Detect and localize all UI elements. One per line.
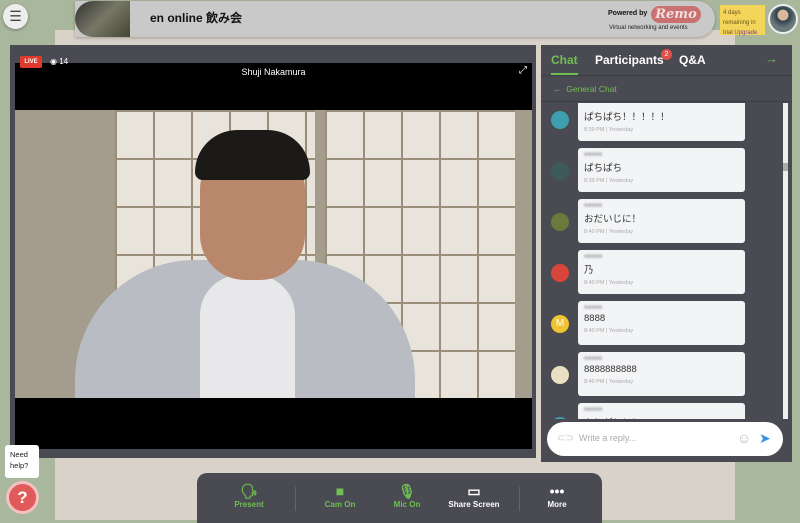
more-button[interactable]: ••• More bbox=[517, 482, 597, 509]
trial-badge: 4 days remaining in trial Upgrade bbox=[720, 5, 765, 36]
tab-qa[interactable]: Q&A bbox=[679, 53, 706, 67]
chat-message: ■■■■■ 乃 8:40 PM | Yesterday bbox=[578, 250, 745, 294]
sender-name-blurred: ■■■■■ bbox=[584, 254, 603, 260]
divider bbox=[295, 487, 296, 511]
sender-name-blurred bbox=[584, 103, 739, 108]
speaker-name: Shuji Nakamura bbox=[241, 67, 306, 77]
tagline: Virtual networking and events bbox=[609, 25, 688, 31]
toolbar-label: Present bbox=[234, 500, 264, 509]
share-screen-button[interactable]: ▭ Share Screen bbox=[434, 482, 514, 509]
tab-chat[interactable]: Chat bbox=[551, 53, 578, 75]
message-text: ぱちぱち！！！！！ bbox=[584, 112, 670, 123]
attach-icon[interactable]: ⊂⊃ bbox=[557, 433, 574, 444]
event-thumbnail bbox=[75, 1, 130, 37]
sender-name-blurred: ■■■■■ bbox=[584, 407, 603, 413]
help-button[interactable]: ? bbox=[6, 481, 39, 514]
live-badge: LIVE bbox=[20, 56, 42, 68]
sender-avatar bbox=[551, 264, 569, 282]
channel-header[interactable]: ← General Chat bbox=[541, 75, 792, 102]
sender-avatar bbox=[551, 162, 569, 180]
user-avatar[interactable] bbox=[768, 4, 798, 34]
chat-message: ■■■■■ 8888888888 8:40 PM | Yesterday bbox=[578, 352, 745, 396]
toolbar: 🗣 Present ■ Cam On 🎙 Mic On ▭ Share Screen ••• Mo… bbox=[197, 473, 602, 523]
event-title: en online 飲み会 bbox=[150, 11, 243, 25]
sender-name-blurred: ■■■■■ bbox=[584, 356, 603, 362]
message-text: ありがと！！ bbox=[584, 415, 739, 419]
fullscreen-icon[interactable]: ⤢ bbox=[519, 65, 527, 76]
powered-by: Powered by bbox=[608, 10, 648, 17]
message-time: 8:40 PM | Yesterday bbox=[584, 379, 634, 385]
sender-name-blurred: ■■■■■ bbox=[584, 203, 603, 209]
message-text: 8888 bbox=[584, 313, 606, 324]
speaker-video bbox=[15, 110, 532, 398]
event-header: en online 飲み会 Powered by Remo Virtual ne… bbox=[75, 1, 715, 37]
message-time: 8:40 PM | Yesterday bbox=[584, 229, 634, 235]
video-feed: Shuji Nakamura ⤢ bbox=[15, 63, 532, 449]
chat-message: ■■■■■ ぱちぱち 8:39 PM | Yesterday bbox=[578, 148, 745, 192]
menu-button[interactable]: ☰ bbox=[3, 4, 28, 29]
toolbar-label: More bbox=[547, 500, 567, 509]
upgrade-link[interactable]: Upgrade bbox=[734, 30, 757, 36]
viewer-number: 14 bbox=[59, 57, 69, 66]
reply-input[interactable]: ⊂⊃ Write a reply... ☺ ➤ bbox=[547, 422, 783, 456]
send-icon[interactable]: ➤ bbox=[759, 430, 771, 447]
need-help-label: Need help? bbox=[5, 445, 39, 478]
message-time: 8:39 PM | Yesterday bbox=[584, 178, 634, 184]
sender-avatar bbox=[551, 417, 569, 419]
chat-message: ぱちぱち！！！！！ 8:39 PM | Yesterday bbox=[578, 103, 745, 141]
viewer-count: ◉ 14 bbox=[50, 57, 68, 66]
channel-name: General Chat bbox=[566, 84, 617, 94]
chat-message: ■■■■■ 8888 8:40 PM | Yesterday bbox=[578, 301, 745, 345]
sender-avatar bbox=[551, 366, 569, 384]
tab-participants[interactable]: Participants bbox=[595, 53, 664, 67]
back-arrow-icon[interactable]: ← bbox=[553, 84, 562, 94]
toolbar-label: Share Screen bbox=[448, 500, 500, 509]
present-icon: 🗣 bbox=[240, 483, 258, 499]
present-button[interactable]: 🗣 Present bbox=[209, 482, 289, 509]
message-text: おだいじに！ bbox=[584, 214, 642, 225]
participants-badge: 2 bbox=[661, 49, 672, 60]
sender-name-blurred: ■■■■■ bbox=[584, 152, 603, 158]
reply-placeholder: Write a reply... bbox=[579, 433, 637, 443]
chat-message: ■■■■■ ありがと！！ bbox=[578, 403, 745, 419]
collapse-arrow-icon[interactable]: → bbox=[765, 51, 778, 66]
divider bbox=[519, 487, 520, 511]
chat-message: ■■■■■ おだいじに！ 8:40 PM | Yesterday bbox=[578, 199, 745, 243]
sender-name-blurred: ■■■■■ bbox=[584, 305, 603, 311]
sender-avatar bbox=[551, 111, 569, 129]
airplay-icon: ▭ bbox=[467, 483, 481, 499]
more-icon: ••• bbox=[549, 483, 565, 499]
eye-icon: ◉ bbox=[50, 57, 57, 66]
message-time: 8:40 PM | Yesterday bbox=[584, 280, 634, 286]
remo-logo: Remo bbox=[651, 6, 701, 23]
hamburger-icon: ☰ bbox=[9, 8, 22, 24]
message-time: 8:39 PM | Yesterday bbox=[584, 127, 634, 133]
message-time: 8:40 PM | Yesterday bbox=[584, 328, 634, 334]
chat-panel: Chat Participants 2 Q&A → ← General Chat… bbox=[541, 45, 792, 462]
sender-avatar: M bbox=[551, 315, 569, 333]
emoji-icon[interactable]: ☺ bbox=[737, 430, 751, 446]
message-text: ぱちぱち bbox=[584, 163, 623, 174]
scrollbar[interactable] bbox=[783, 103, 788, 419]
sender-avatar bbox=[551, 213, 569, 231]
message-text: 乃 bbox=[584, 265, 594, 276]
message-text: 8888888888 bbox=[584, 364, 637, 375]
message-list: ぱちぱち！！！！！ 8:39 PM | Yesterday ■■■■■ ぱちぱち 8:3… bbox=[546, 103, 781, 419]
